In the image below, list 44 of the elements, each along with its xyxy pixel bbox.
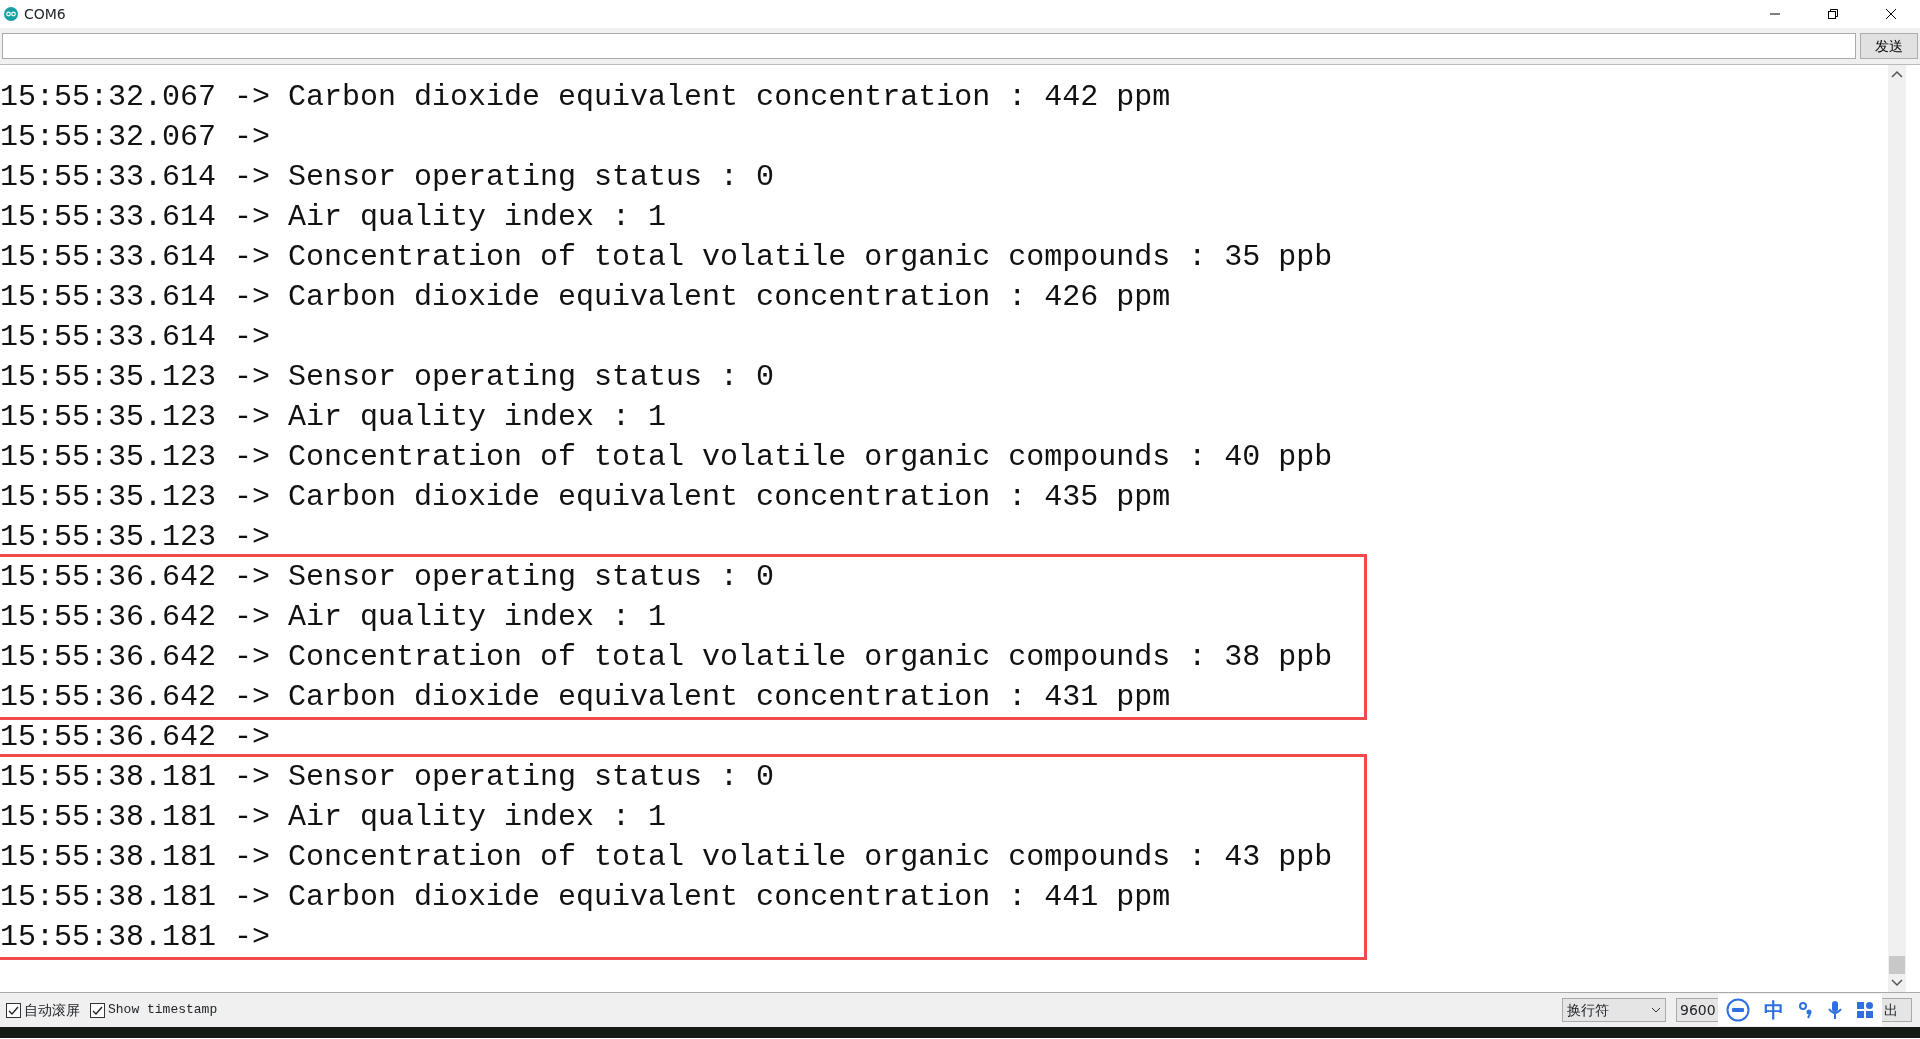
log-line: 15:55:36.642 -> Air quality index : 1: [0, 599, 668, 636]
ifly-logo-icon[interactable]: [1726, 998, 1750, 1022]
restore-icon: [1827, 8, 1839, 20]
log-line: 15:55:38.181 ->: [0, 919, 272, 956]
checkbox[interactable]: [6, 1002, 21, 1018]
scroll-up-icon[interactable]: [1891, 69, 1903, 79]
caret-icon: [1651, 1007, 1661, 1013]
log-line: 15:55:32.067 -> Carbon dioxide equivalent concentration : 442 ppm: [0, 79, 1172, 116]
log-line: 15:55:35.123 -> Carbon dioxide equivalent concentration : 435 ppm: [0, 479, 1172, 516]
log-line: 15:55:38.181 -> Air quality index : 1: [0, 799, 668, 836]
log-line: 15:55:33.614 ->: [0, 319, 272, 356]
scroll-thumb[interactable]: [1889, 956, 1905, 974]
line-ending-dropdown[interactable]: 换行符: [1562, 998, 1666, 1022]
log-line: 15:55:38.181 -> Sensor operating status : 0: [0, 759, 776, 796]
app-icon: [4, 7, 18, 21]
log-line: 15:55:38.181 -> Carbon dioxide equivalent concentration : 441 ppm: [0, 879, 1172, 916]
log-line: 15:55:33.614 -> Concentration of total volatile organic compounds : 35 ppb: [0, 239, 1334, 276]
log-line: 15:55:36.642 ->: [0, 719, 272, 756]
scroll-down-icon[interactable]: [1891, 978, 1903, 988]
log-line: 15:55:33.614 -> Sensor operating status : 0: [0, 159, 776, 196]
log-line: 15:55:36.642 -> Carbon dioxide equivalent concentration : 431 ppm: [0, 679, 1172, 716]
ime-mode-toggle[interactable]: 中: [1764, 995, 1784, 1025]
checkbox-label: Show timestamp: [108, 1001, 218, 1020]
log-line: 15:55:33.614 -> Air quality index : 1: [0, 199, 668, 236]
log-line: 15:55:38.181 -> Concentration of total volatile organic compounds : 43 ppb: [0, 839, 1334, 876]
close-icon: [1885, 8, 1897, 20]
log-line: 15:55:35.123 -> Air quality index : 1: [0, 399, 668, 436]
microphone-icon[interactable]: [1828, 1000, 1842, 1020]
log-line: 15:55:36.642 -> Sensor operating status : 0: [0, 559, 776, 596]
checkbox-label: 自动滚屏: [24, 1000, 80, 1020]
log-line: 15:55:35.123 -> Concentration of total volatile organic compounds : 40 ppb: [0, 439, 1334, 476]
log-line: 15:55:35.123 -> Sensor operating status : 0: [0, 359, 776, 396]
grid-icon[interactable]: [1856, 1001, 1874, 1019]
clear-button[interactable]: 出: [1882, 998, 1912, 1022]
log-line: 15:55:35.123 ->: [0, 519, 272, 556]
input-field[interactable]: [2, 33, 1856, 59]
checkbox[interactable]: [90, 1002, 105, 1018]
window-title: COM6: [24, 4, 66, 24]
send-button[interactable]: 发送: [1860, 33, 1918, 59]
punctuation-icon[interactable]: [1798, 1001, 1814, 1019]
log-line: 15:55:32.067 ->: [0, 119, 272, 156]
log-line: 15:55:33.614 -> Carbon dioxide equivalent concentration : 426 ppm: [0, 279, 1172, 316]
scrollbar[interactable]: [1888, 65, 1906, 992]
log-line: 15:55:36.642 -> Concentration of total volatile organic compounds : 38 ppb: [0, 639, 1334, 676]
